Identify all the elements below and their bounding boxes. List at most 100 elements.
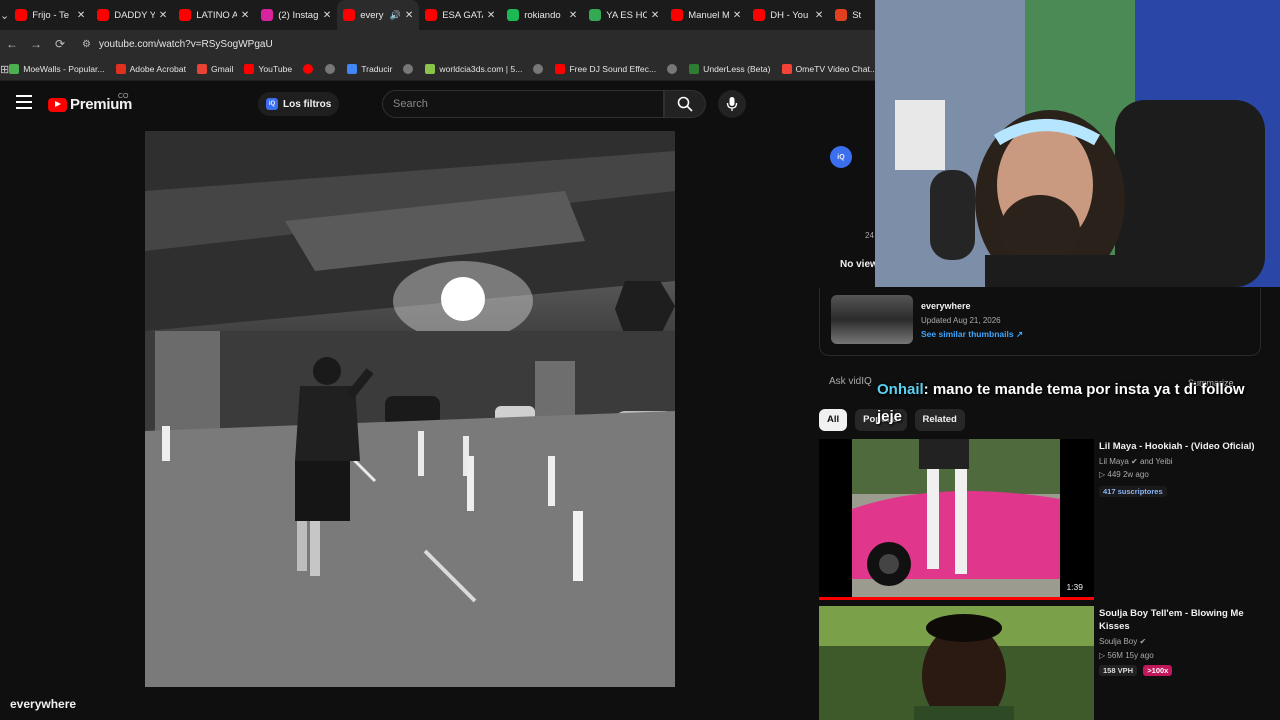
chip-all[interactable]: All [819, 409, 848, 431]
tab-title: (2) Instag [278, 9, 319, 21]
reload-icon[interactable]: ⟳ [48, 37, 72, 51]
tab-title: Manuel M [688, 9, 729, 21]
see-similar-thumbnails-link[interactable]: See similar thumbnails ↗ [921, 329, 1023, 340]
video-player[interactable] [145, 131, 675, 687]
bookmark-item[interactable] [303, 64, 317, 74]
bookmark-item[interactable]: Free DJ Sound Effec... [555, 64, 656, 74]
bookmark-item[interactable]: MoeWalls - Popular... [9, 64, 105, 74]
search-button[interactable] [664, 90, 706, 118]
bookmark-item[interactable]: UnderLess (Beta) [689, 64, 771, 74]
bookmark-item[interactable] [667, 64, 681, 74]
back-arrow-icon[interactable]: ← [0, 37, 24, 51]
browser-tab[interactable]: DADDY Y ✕ [91, 0, 173, 30]
browser-tab[interactable]: DH - You ✕ [747, 0, 829, 30]
forward-arrow-icon[interactable]: → [24, 37, 48, 51]
tab-close-icon[interactable]: ✕ [405, 10, 413, 21]
recommendation-thumbnail[interactable]: 1:39 [819, 439, 1094, 599]
tab-close-icon[interactable]: ✕ [159, 10, 167, 21]
recommendation-title[interactable]: Soulja Boy Tell'em - Blowing Me Kisses [1099, 607, 1259, 633]
address-bar[interactable]: ⚙ youtube.com/watch?v=RSySogWPgaU [78, 33, 858, 55]
browser-tab[interactable]: LATINO A ✕ [173, 0, 255, 30]
views-play-icon: ▷ [1099, 470, 1106, 479]
tab-close-icon[interactable]: ✕ [77, 10, 85, 21]
bookmark-item[interactable]: Adobe Acrobat [115, 64, 186, 74]
youtube-play-icon [48, 97, 67, 112]
browser-tab[interactable]: (2) Instag ✕ [255, 0, 337, 30]
thumbnail-card-title: everywhere [921, 301, 971, 311]
speaker-icon[interactable]: 🔊 [390, 10, 401, 21]
soulja-boy-thumbnail-image [819, 606, 1094, 720]
filters-button[interactable]: iQ Los filtros [258, 92, 340, 116]
bookmark-favicon-icon [303, 64, 314, 74]
view-count: 449 [1107, 470, 1121, 479]
browser-tab[interactable]: Frijo - Te ✕ [9, 0, 91, 30]
site-info-icon[interactable]: ⚙ [82, 39, 91, 50]
collab-name: and Yeibi [1139, 457, 1173, 466]
tab-close-icon[interactable]: ✕ [815, 10, 823, 21]
bookmarks-bar: ⊞ MoeWalls - Popular... Adobe Acrobat Gmai… [0, 58, 878, 81]
tab-close-icon[interactable]: ✕ [323, 10, 331, 21]
recommendation-channel[interactable]: Soulja Boy ✔ [1099, 637, 1146, 646]
microphone-icon [726, 97, 738, 111]
recommendation-title[interactable]: Lil Maya - Hookiah - (Video Oficial) [1099, 440, 1259, 453]
apps-grid-icon[interactable]: ⊞ [0, 63, 9, 76]
no-views-label: No view [840, 259, 878, 270]
bookmark-item[interactable] [533, 64, 547, 74]
bookmark-favicon-icon [9, 64, 20, 74]
recommendation-item[interactable]: Soulja Boy Tell'em - Blowing Me Kisses S… [819, 606, 1260, 720]
upload-age: 2w ago [1122, 470, 1149, 479]
tab-search-chevron-icon[interactable]: ⌄ [0, 9, 9, 22]
menu-hamburger-icon[interactable] [16, 95, 32, 113]
bookmark-favicon-icon [325, 64, 336, 74]
tab-close-icon[interactable]: ✕ [651, 10, 659, 21]
browser-tab[interactable]: Manuel M ✕ [665, 0, 747, 30]
tab-favicon-icon [97, 9, 110, 21]
search-input[interactable]: Search [382, 90, 664, 118]
outlier-badge: >100x [1143, 665, 1173, 676]
bookmark-item[interactable]: OmeTV Video Chat... [781, 64, 878, 74]
bookmark-label: UnderLess (Beta) [703, 64, 771, 74]
vph-badge: 158 VPH [1099, 665, 1138, 676]
tab-favicon-icon [15, 9, 28, 21]
tab-close-icon[interactable]: ✕ [487, 10, 495, 21]
bookmark-label: Free DJ Sound Effec... [569, 64, 657, 74]
recommendation-channel[interactable]: Lil Maya ✔ and Yeibi [1099, 457, 1172, 466]
bookmark-favicon-icon [196, 64, 207, 74]
vidiq-icon: iQ [266, 98, 278, 110]
tab-close-icon[interactable]: ✕ [733, 10, 741, 21]
browser-tab[interactable]: ESA GATA ✕ [419, 0, 501, 30]
vidiq-panel-icon[interactable]: iQ [830, 146, 852, 168]
recommendation-item[interactable]: 1:39 Lil Maya - Hookiah - (Video Oficial… [819, 439, 1260, 601]
browser-toolbar: ← → ⟳ ⚙ youtube.com/watch?v=RSySogWPgaU [0, 30, 875, 58]
browser-tab[interactable]: rokiando ✕ [501, 0, 583, 30]
bookmark-item[interactable]: worldcia3ds.com | 5... [425, 64, 522, 74]
voice-search-button[interactable] [718, 90, 746, 118]
tab-favicon-icon [835, 9, 848, 21]
recommendation-thumbnail[interactable] [819, 606, 1094, 720]
tab-favicon-icon [343, 9, 356, 21]
bookmark-item[interactable] [325, 64, 339, 74]
video-title: everywhere [10, 697, 77, 711]
ask-vidiq-input[interactable]: Ask vidIQ [829, 376, 872, 387]
bookmark-label: OmeTV Video Chat... [795, 64, 878, 74]
bookmark-item[interactable]: YouTube [244, 64, 292, 74]
tab-favicon-icon [425, 9, 438, 21]
browser-tab[interactable]: YA ES HO ✕ [583, 0, 665, 30]
bookmark-favicon-icon [115, 64, 126, 74]
bookmark-item[interactable]: Gmail [196, 64, 233, 74]
tab-favicon-icon [589, 9, 602, 21]
tab-favicon-icon [261, 9, 274, 21]
youtube-premium-logo[interactable]: Premium CO [48, 93, 132, 113]
bookmark-item[interactable] [403, 64, 417, 74]
tab-close-icon[interactable]: ✕ [569, 10, 577, 21]
filters-label: Los filtros [283, 98, 332, 110]
bookmark-item[interactable]: Traducir [347, 64, 392, 74]
bookmark-favicon-icon [689, 64, 700, 74]
bookmark-label: Traducir [361, 64, 393, 74]
bookmark-label: YouTube [258, 64, 293, 74]
thumbnail-preview[interactable] [831, 295, 913, 344]
bookmark-favicon-icon [244, 64, 255, 74]
tab-close-icon[interactable]: ✕ [241, 10, 249, 21]
browser-tab[interactable]: every 🔊 ✕ [337, 0, 420, 30]
logo-country-code: CO [118, 93, 129, 100]
